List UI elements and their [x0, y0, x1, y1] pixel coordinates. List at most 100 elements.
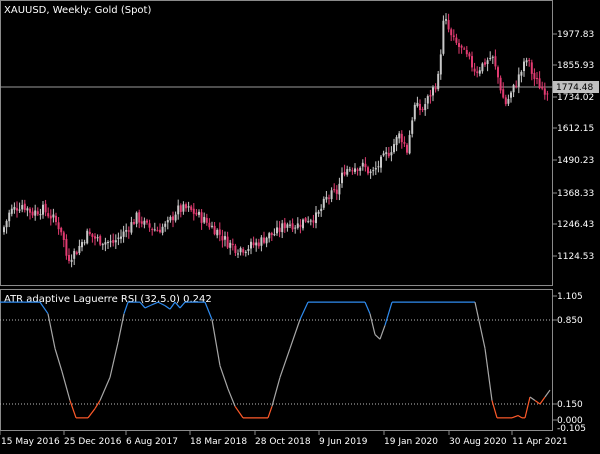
- candle-down: [270, 233, 273, 236]
- x-tick-label: 9 Jun 2019: [319, 437, 368, 447]
- candle-up: [380, 156, 382, 168]
- candle-down: [94, 236, 96, 239]
- candle-down: [156, 230, 159, 232]
- candle-up: [437, 73, 440, 90]
- candle-up: [525, 60, 528, 63]
- candle-up: [166, 220, 169, 223]
- candle-up: [296, 223, 299, 228]
- candle-down: [140, 221, 143, 224]
- x-tick-label: 30 Aug 2020: [449, 437, 507, 447]
- candle-up: [18, 209, 21, 211]
- candle-up: [481, 63, 484, 72]
- candle-down: [192, 208, 195, 214]
- candle-up: [247, 248, 250, 251]
- candle-up: [517, 74, 520, 87]
- candle-up: [408, 135, 411, 154]
- candle-up: [244, 251, 247, 253]
- candle-up: [101, 244, 104, 246]
- candle-down: [530, 62, 533, 74]
- indicator-tick-label: -0.105: [557, 424, 586, 434]
- candle-up: [239, 248, 242, 253]
- candle-up: [96, 237, 99, 239]
- candle-down: [226, 236, 229, 248]
- x-tick-label: 18 Mar 2018: [190, 437, 247, 447]
- candle-up: [250, 241, 252, 249]
- candle-down: [75, 252, 78, 254]
- candle-down: [499, 77, 502, 91]
- candle-up: [125, 230, 128, 232]
- candle-up: [21, 205, 24, 210]
- candle-up: [432, 87, 434, 96]
- candle-up: [424, 104, 427, 111]
- candle-up: [177, 205, 180, 215]
- candle-down: [543, 88, 546, 95]
- candle-up: [361, 162, 364, 167]
- candle-down: [213, 225, 216, 235]
- candle-up: [393, 144, 395, 153]
- candle-down: [387, 153, 390, 157]
- chart-canvas[interactable]: XAUUSD, Weekly: Gold (Spot) ATR adaptive…: [0, 0, 600, 450]
- candle-up: [348, 169, 351, 171]
- candle-up: [130, 222, 133, 233]
- chart-window[interactable]: XAUUSD, Weekly: Gold (Spot) ATR adaptive…: [0, 0, 600, 450]
- price-tick-label: 1124.53: [557, 252, 594, 262]
- candle-up: [442, 20, 445, 54]
- candle-up: [439, 54, 442, 75]
- candle-up: [117, 237, 120, 239]
- candle-down: [62, 232, 65, 240]
- candle-up: [338, 183, 341, 195]
- indicator-tick-label: 0.850: [557, 316, 583, 326]
- candle-up: [122, 231, 125, 237]
- candle-down: [460, 45, 463, 48]
- price-tick-label: 1246.43: [557, 220, 594, 230]
- candle-down: [31, 211, 34, 216]
- candle-down: [351, 170, 354, 172]
- candle-down: [421, 108, 424, 110]
- candle-down: [55, 215, 57, 223]
- indicator-tick-label: 1.105: [557, 292, 583, 302]
- candle-down: [471, 56, 473, 68]
- candle-up: [346, 169, 349, 175]
- candle-down: [304, 218, 307, 222]
- candle-down: [16, 208, 18, 211]
- candle-up: [52, 214, 55, 218]
- candle-up: [359, 167, 362, 171]
- candle-up: [114, 240, 117, 243]
- candle-up: [281, 223, 284, 233]
- candle-down: [546, 93, 549, 95]
- candle-up: [42, 204, 44, 215]
- candle-down: [536, 78, 538, 80]
- candle-up: [309, 220, 312, 222]
- x-tick-label: 19 Jan 2020: [384, 437, 438, 447]
- candle-down: [65, 238, 68, 256]
- candle-up: [307, 221, 310, 223]
- candle-down: [541, 86, 544, 89]
- candle-up: [294, 227, 297, 229]
- candle-up: [83, 242, 86, 244]
- candle-up: [164, 223, 167, 227]
- candle-down: [367, 167, 369, 174]
- candle-down: [195, 212, 198, 215]
- candle-up: [276, 227, 278, 234]
- candle-down: [533, 72, 536, 80]
- candle-down: [452, 35, 455, 37]
- candle-down: [484, 62, 486, 65]
- candle-down: [231, 243, 234, 246]
- candle-down: [400, 133, 403, 143]
- candle-up: [385, 152, 388, 155]
- current-price-label: 1774.48: [556, 83, 593, 93]
- candle-up: [187, 206, 190, 208]
- candle-down: [172, 216, 174, 221]
- candle-down: [263, 237, 265, 243]
- candle-up: [3, 227, 5, 233]
- candle-down: [528, 59, 531, 62]
- price-tick-label: 1368.33: [557, 189, 594, 199]
- candle-down: [252, 242, 255, 246]
- candle-up: [520, 71, 523, 76]
- candle-down: [146, 220, 148, 223]
- candle-down: [502, 89, 505, 98]
- candle-up: [104, 242, 107, 245]
- candle-down: [257, 242, 260, 247]
- candle-down: [406, 144, 408, 153]
- candle-up: [286, 224, 289, 228]
